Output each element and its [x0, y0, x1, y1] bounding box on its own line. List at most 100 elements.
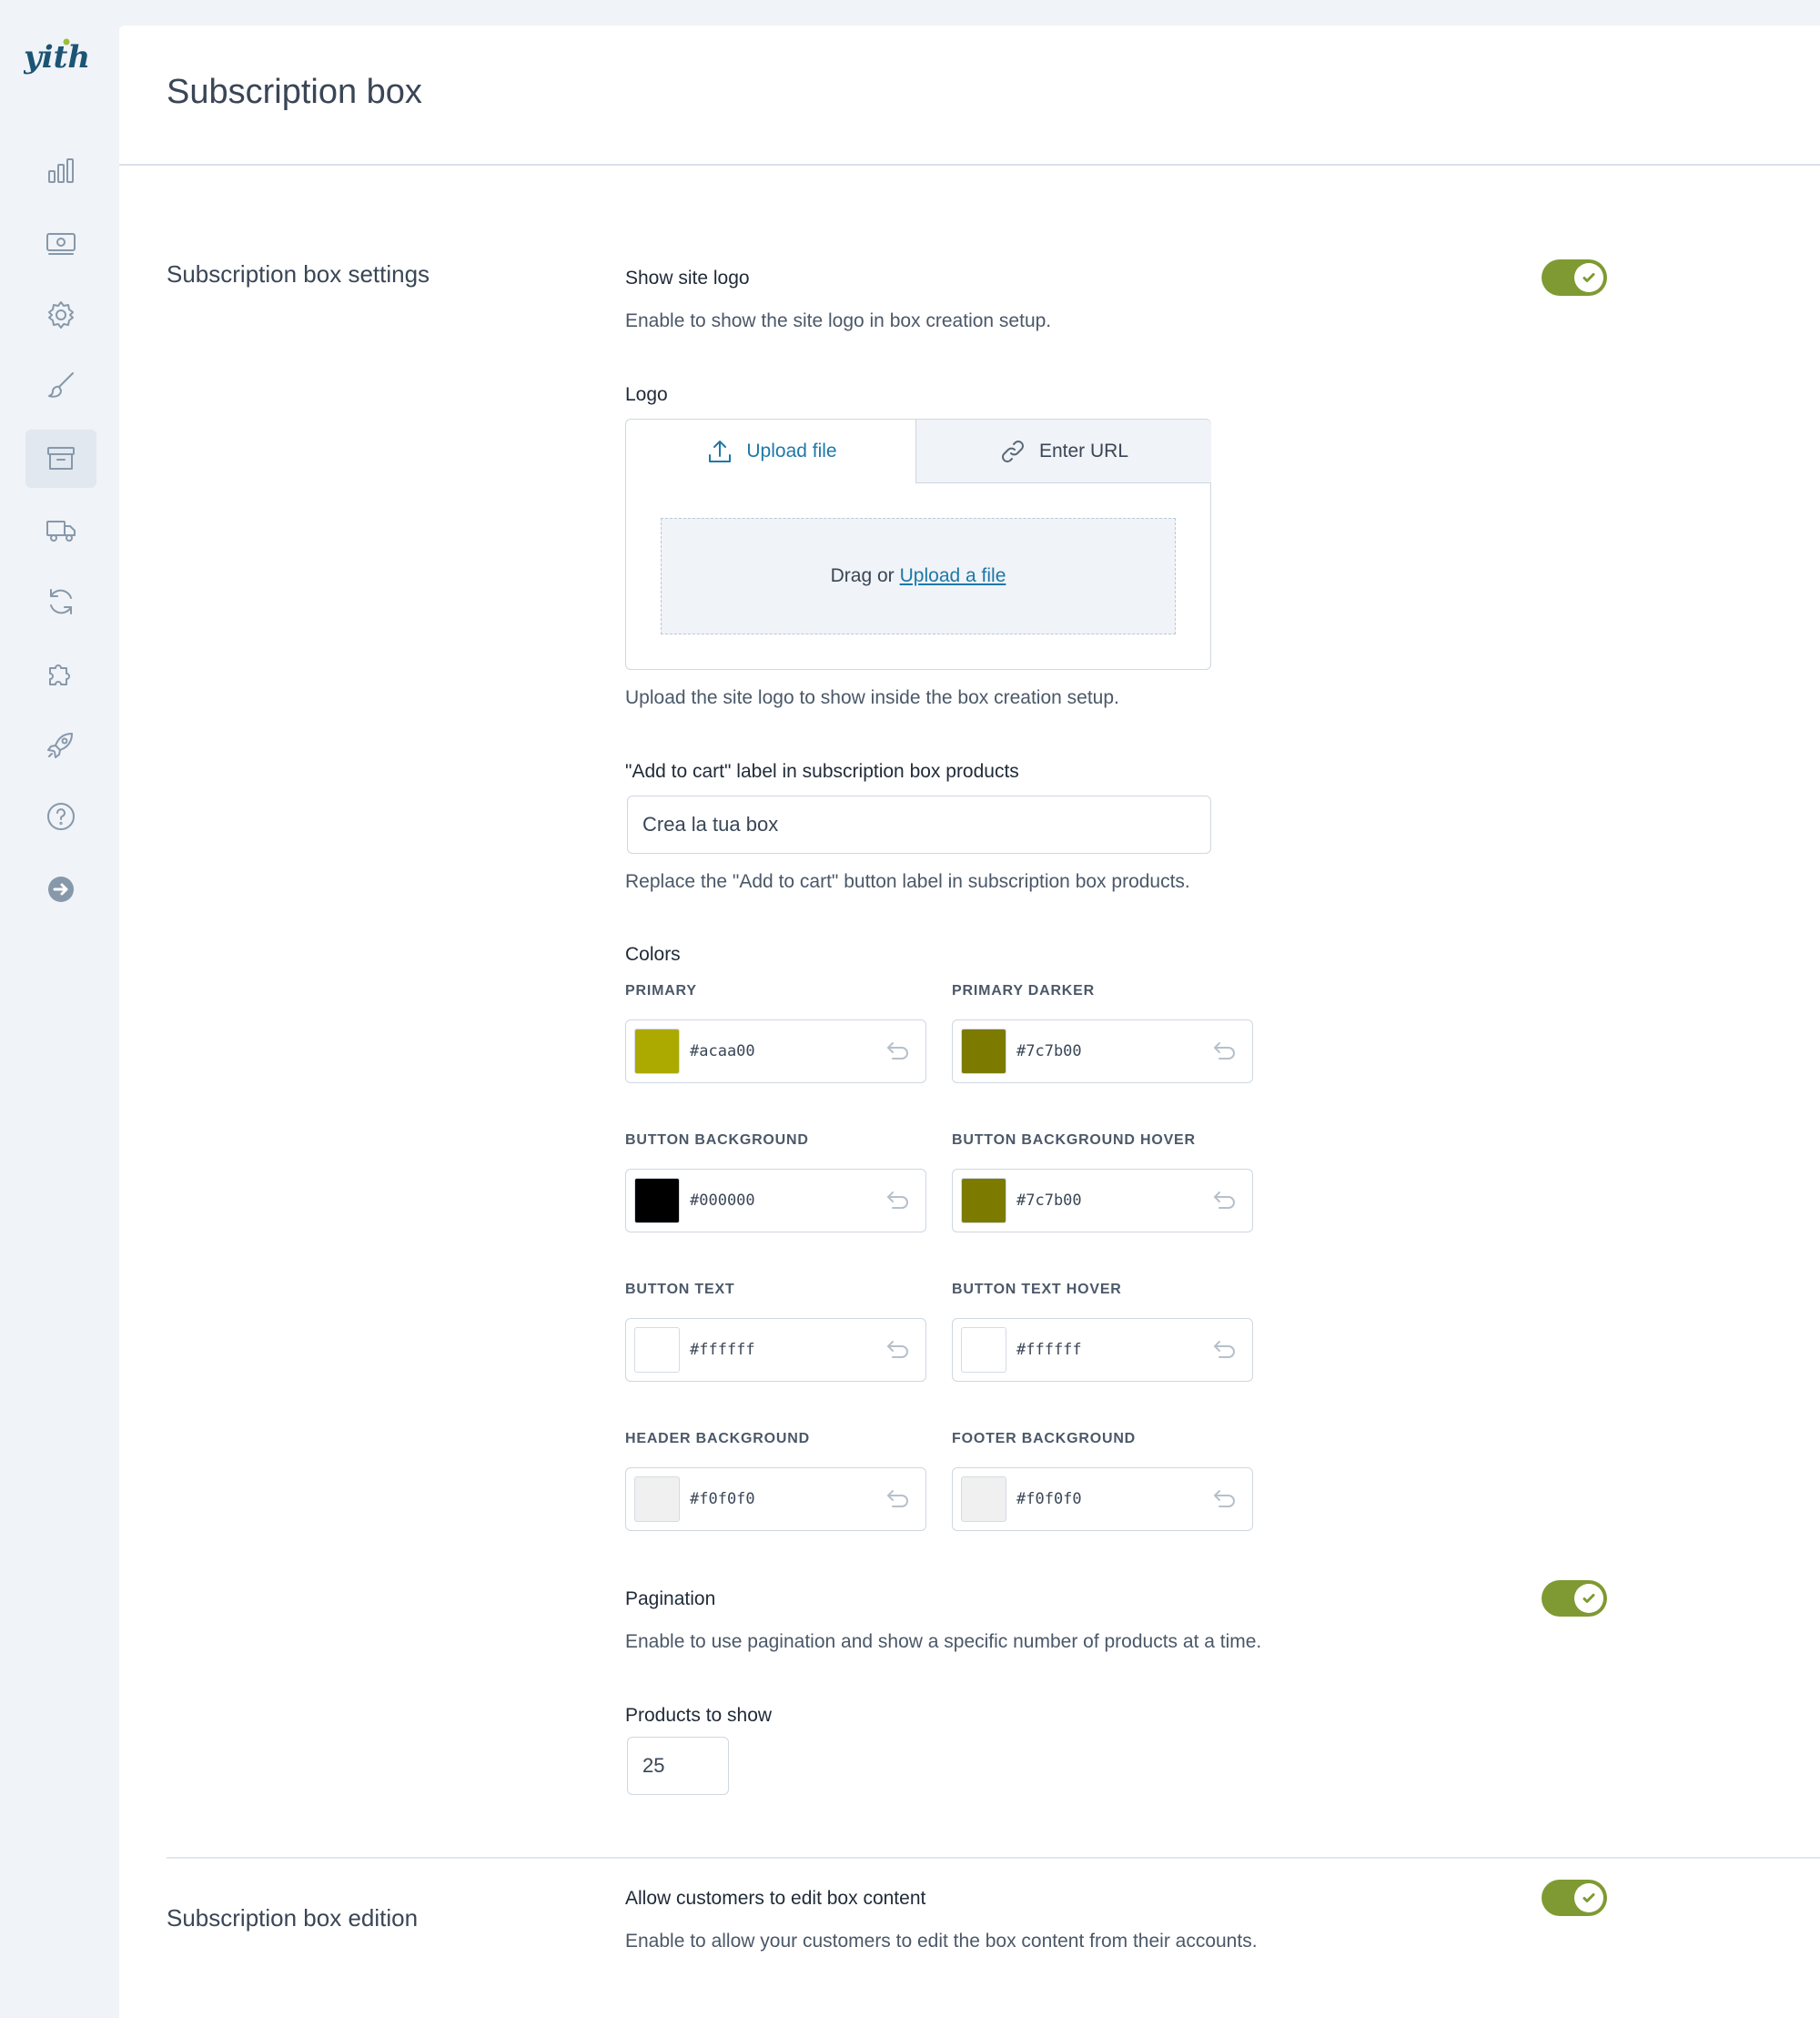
color-label-primary-darker: PRIMARY DARKER	[952, 983, 1095, 999]
nav-launch-icon[interactable]	[25, 715, 96, 774]
add-to-cart-description: Replace the "Add to cart" button label i…	[625, 871, 1190, 892]
color-label-footer-background: FOOTER BACKGROUND	[952, 1431, 1137, 1446]
page-title: Subscription box	[167, 73, 422, 111]
color-field-button-text-hover[interactable]: #ffffff	[952, 1318, 1253, 1382]
nav-subscription-box-icon[interactable]	[25, 430, 96, 488]
puzzle-icon	[49, 664, 70, 685]
nav-collapse-icon[interactable]	[25, 860, 96, 918]
undo-icon	[887, 1042, 908, 1060]
reset-color-button[interactable]	[1212, 1040, 1238, 1062]
header-divider	[119, 164, 1820, 166]
archive-box-icon	[47, 447, 75, 470]
color-label-button-text: BUTTON TEXT	[625, 1282, 735, 1297]
color-hex-value[interactable]: #000000	[690, 1192, 755, 1210]
undo-icon	[1214, 1341, 1235, 1358]
tab-enter-url[interactable]: Enter URL	[915, 420, 1211, 483]
reset-color-button[interactable]	[1212, 1339, 1238, 1361]
color-hex-value[interactable]: #f0f0f0	[690, 1490, 755, 1508]
reset-color-button[interactable]	[885, 1339, 911, 1361]
tab-upload-file-label: Upload file	[746, 441, 837, 461]
nav-customize-icon[interactable]	[25, 357, 96, 415]
color-field-button-background[interactable]: #000000	[625, 1169, 926, 1232]
color-label-primary: PRIMARY	[625, 983, 697, 999]
toggle-knob	[1574, 1883, 1603, 1912]
link-icon	[1001, 440, 1024, 462]
nav-help-icon[interactable]	[25, 787, 96, 846]
undo-icon	[887, 1341, 908, 1358]
color-swatch[interactable]	[961, 1178, 1006, 1223]
nav-dashboard-icon[interactable]	[25, 142, 96, 200]
color-field-primary[interactable]: #acaa00	[625, 1019, 926, 1083]
color-swatch[interactable]	[634, 1476, 680, 1522]
money-icon	[46, 233, 76, 255]
color-swatch[interactable]	[961, 1029, 1006, 1074]
help-icon	[47, 803, 75, 830]
undo-icon	[1214, 1042, 1235, 1060]
color-hex-value[interactable]: #7c7b00	[1016, 1042, 1082, 1060]
reset-color-button[interactable]	[885, 1488, 911, 1510]
nav-payments-icon[interactable]	[25, 214, 96, 272]
undo-icon	[887, 1192, 908, 1209]
nav-extensions-icon[interactable]	[25, 644, 96, 703]
sidebar: yith	[0, 0, 119, 2018]
color-field-footer-background[interactable]: #f0f0f0	[952, 1467, 1253, 1531]
allow-edit-toggle[interactable]	[1542, 1880, 1607, 1916]
reset-color-button[interactable]	[885, 1040, 911, 1062]
section-divider	[167, 1857, 1820, 1859]
yith-logo[interactable]: yith	[23, 33, 98, 87]
color-hex-value[interactable]: #f0f0f0	[1016, 1490, 1082, 1508]
logo-uploader: Upload file Enter URL Drag or Upload a f…	[625, 419, 1211, 670]
logo-description: Upload the site logo to show inside the …	[625, 687, 1119, 708]
reset-color-button[interactable]	[1212, 1488, 1238, 1510]
show-site-logo-toggle[interactable]	[1542, 259, 1607, 296]
color-swatch[interactable]	[961, 1327, 1006, 1373]
color-swatch[interactable]	[634, 1178, 680, 1223]
reset-color-button[interactable]	[885, 1190, 911, 1212]
color-field-header-background[interactable]: #f0f0f0	[625, 1467, 926, 1531]
check-icon	[1582, 273, 1595, 282]
reset-color-button[interactable]	[1212, 1190, 1238, 1212]
color-field-primary-darker[interactable]: #7c7b00	[952, 1019, 1253, 1083]
check-icon	[1582, 1893, 1595, 1902]
undo-icon	[1214, 1192, 1235, 1209]
check-icon	[1582, 1594, 1595, 1603]
color-hex-value[interactable]: #7c7b00	[1016, 1192, 1082, 1210]
pagination-description: Enable to use pagination and show a spec…	[625, 1631, 1262, 1652]
logo-dropzone[interactable]: Drag or Upload a file	[661, 518, 1176, 634]
color-swatch[interactable]	[634, 1327, 680, 1373]
section-title-edition: Subscription box edition	[167, 1904, 419, 1932]
toggle-knob	[1574, 1584, 1603, 1613]
color-label-button-background: BUTTON BACKGROUND	[625, 1132, 809, 1148]
color-hex-value[interactable]: #ffffff	[1016, 1341, 1082, 1359]
tab-upload-file[interactable]: Upload file	[626, 420, 917, 483]
allow-edit-description: Enable to allow your customers to edit t…	[625, 1931, 1258, 1952]
nav-renewals-icon[interactable]	[25, 573, 96, 631]
pagination-toggle[interactable]	[1542, 1580, 1607, 1617]
color-swatch[interactable]	[634, 1029, 680, 1074]
color-hex-value[interactable]: #ffffff	[690, 1341, 755, 1359]
show-site-logo-description: Enable to show the site logo in box crea…	[625, 310, 1052, 331]
main-panel: Subscription box Subscription box settin…	[119, 25, 1820, 2018]
tab-enter-url-label: Enter URL	[1038, 440, 1129, 461]
add-to-cart-title: "Add to cart" label in subscription box …	[625, 761, 1019, 782]
rocket-icon	[47, 733, 73, 758]
refresh-icon	[50, 589, 72, 614]
upload-file-link[interactable]: Upload a file	[900, 565, 1006, 587]
color-field-button-background-hover[interactable]: #7c7b00	[952, 1169, 1253, 1232]
products-to-show-title: Products to show	[625, 1705, 773, 1726]
gear-icon	[48, 301, 74, 329]
truck-icon	[46, 521, 76, 542]
color-hex-value[interactable]: #acaa00	[690, 1042, 755, 1060]
products-to-show-input[interactable]: 25	[627, 1737, 729, 1795]
nav-shipping-icon[interactable]	[25, 501, 96, 559]
brush-icon	[48, 372, 74, 398]
logo-title: Logo	[625, 384, 668, 405]
toggle-knob	[1574, 263, 1603, 292]
nav-settings-icon[interactable]	[25, 286, 96, 344]
color-label-header-background: HEADER BACKGROUND	[625, 1431, 810, 1446]
arrow-right-circle-icon	[48, 877, 74, 902]
bar-chart-icon	[48, 158, 74, 183]
add-to-cart-label-input[interactable]: Crea la tua box	[627, 796, 1211, 854]
color-field-button-text[interactable]: #ffffff	[625, 1318, 926, 1382]
color-swatch[interactable]	[961, 1476, 1006, 1522]
